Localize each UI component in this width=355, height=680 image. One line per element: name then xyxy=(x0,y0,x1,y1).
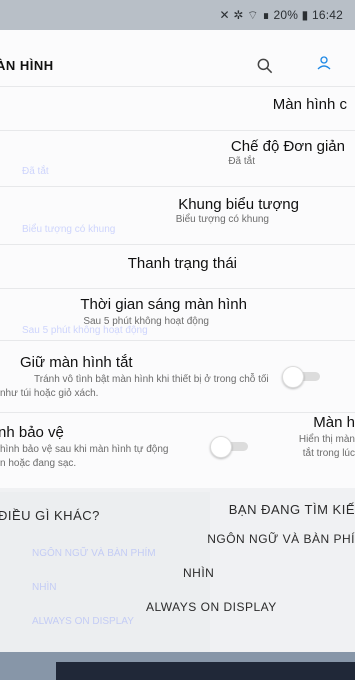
divider xyxy=(0,288,355,289)
divider xyxy=(0,130,355,131)
keep-screen-off-toggle[interactable] xyxy=(282,366,322,388)
row-subtitle: Hiển thị màn xyxy=(298,434,355,445)
user-icon[interactable] xyxy=(315,52,333,74)
row-subtitle-ghost: Sau 5 phút không hoạt động xyxy=(22,325,148,336)
divider xyxy=(0,340,355,341)
link-language-keyboard[interactable]: NGÔN NGỮ VÀ BÀN PHÍ xyxy=(207,532,355,546)
row-title[interactable]: Chế độ Đơn giản xyxy=(231,138,345,155)
ghost-link-aod: ALWAYS ON DISPLAY xyxy=(32,616,134,627)
row-title[interactable]: Thời gian sáng màn hình xyxy=(80,296,247,313)
divider xyxy=(0,186,355,187)
divider xyxy=(0,412,355,413)
row-subtitle-line2: tắt trong lúc xyxy=(302,448,355,459)
ghost-link-view: NHÌN xyxy=(32,582,57,593)
row-subtitle: Đã tắt xyxy=(228,156,255,167)
row-subtitle: Biểu tượng có khung xyxy=(175,214,269,225)
row-subtitle-line2: n hoặc đang sạc. xyxy=(0,458,77,469)
search-icon[interactable] xyxy=(255,56,275,76)
what-else-title: ĐIỀU GÌ KHÁC? xyxy=(0,508,100,523)
ghost-link-language: NGÔN NGỮ VÀ BÀN PHÍM xyxy=(32,548,156,559)
row-title[interactable]: Khung biểu tượng xyxy=(178,196,299,213)
row-title[interactable]: Màn hình c xyxy=(273,96,347,113)
link-view[interactable]: NHÌN xyxy=(183,566,214,580)
row-subtitle-line2: như túi hoặc giỏ xách. xyxy=(0,388,99,399)
page-title: ÀN HÌNH xyxy=(0,58,54,73)
row-subtitle-ghost: Biểu tượng có khung xyxy=(22,224,116,235)
row-title[interactable]: Thanh trạng thái xyxy=(128,255,237,272)
navigation-bar-overlay xyxy=(56,662,355,680)
status-icons: ✕ ✲ ⌔ ∎ 20% ▮ 16:42 xyxy=(219,8,343,22)
row-title[interactable]: nh bảo vệ xyxy=(0,424,64,441)
link-always-on-display[interactable]: ALWAYS ON DISPLAY xyxy=(146,600,277,614)
row-title[interactable]: Giữ màn hình tắt xyxy=(20,354,133,371)
row-subtitle: Tránh vô tình bật màn hình khi thiết bị … xyxy=(34,374,269,385)
divider xyxy=(0,244,355,245)
row-title[interactable]: Màn h xyxy=(313,414,355,431)
row-subtitle-ghost: Đã tắt xyxy=(22,166,49,177)
screensaver-toggle[interactable] xyxy=(210,436,250,458)
looking-for-title: BẠN ĐANG TÌM KIẾ xyxy=(228,502,355,517)
row-subtitle: hình bảo vệ sau khi màn hình tự động xyxy=(0,444,169,455)
divider xyxy=(0,86,355,87)
